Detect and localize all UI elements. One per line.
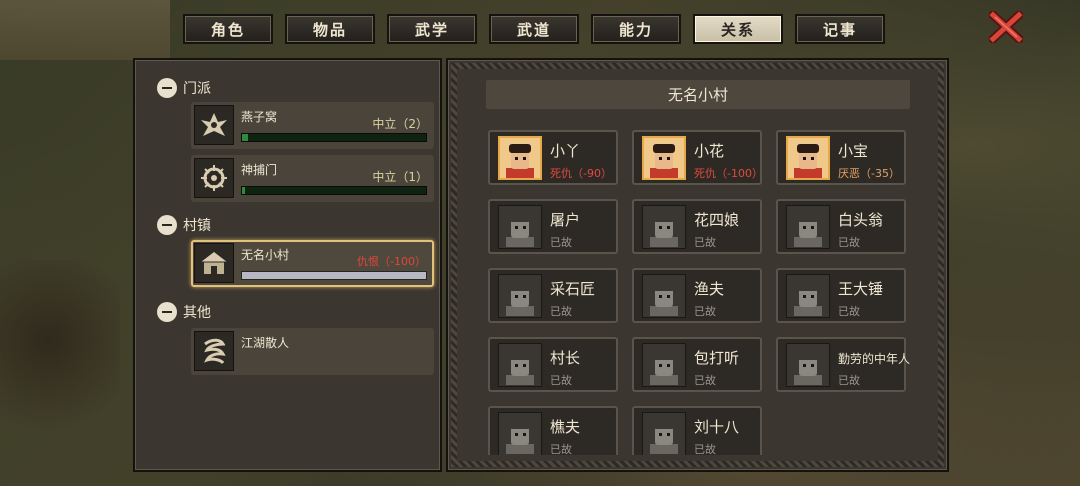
faction-list-panel: 门派 燕子窝 中立（2） 神捕门 中立（1） 村镇 无名小村 仇恨（-100） … xyxy=(133,58,442,472)
wanderer-scroll-icon xyxy=(194,331,234,371)
collapse-icon[interactable] xyxy=(157,302,177,322)
npc-name: 村长 xyxy=(550,349,581,367)
npc-status: 已故 xyxy=(694,443,716,455)
village-title: 无名小村 xyxy=(486,80,910,109)
npc-grid: 小丫 死仇（-90） 小花 死仇（-100） 小宝 厌恶（-35） 屠户 已故 花四娘 已故 白头翁… xyxy=(488,130,910,455)
reputation-bar-fill xyxy=(242,134,248,141)
npc-name: 小宝 xyxy=(838,142,869,160)
npc-card[interactable]: 小花死仇（-100） xyxy=(632,130,763,185)
tab-abilities[interactable]: 能力 xyxy=(591,14,681,44)
section-label: 其他 xyxy=(183,305,211,321)
npc-status: 死仇（-90） xyxy=(550,167,612,180)
npc-portrait-icon xyxy=(498,205,542,249)
tab-martial-arts[interactable]: 武学 xyxy=(387,14,477,44)
faction-status: 中立（2） xyxy=(372,117,428,131)
npc-portrait-icon xyxy=(642,343,686,387)
faction-status: 中立（1） xyxy=(372,170,428,184)
npc-name: 渔夫 xyxy=(694,280,725,298)
section-label: 村镇 xyxy=(183,218,211,234)
section-village[interactable]: 村镇 xyxy=(157,214,211,236)
npc-card[interactable]: 樵夫 已故 xyxy=(488,406,618,455)
npc-name: 采石匠 xyxy=(550,280,596,298)
npc-name: 王大锤 xyxy=(838,280,884,298)
npc-status: 已故 xyxy=(838,374,860,387)
faction-status: 仇恨（-100） xyxy=(357,255,426,268)
npc-card[interactable]: 小宝厌恶（-35） xyxy=(776,130,906,185)
npc-card[interactable]: 村长 已故 xyxy=(488,337,618,392)
npc-status: 已故 xyxy=(694,374,716,387)
faction-row[interactable]: 江湖散人 xyxy=(191,328,434,375)
npc-portrait-icon xyxy=(642,136,686,180)
npc-card[interactable]: 勤劳的中年人 已故 xyxy=(776,337,910,392)
faction-name: 神捕门 xyxy=(241,163,278,177)
reputation-bar xyxy=(241,186,427,195)
village-relations-panel: 无名小村 小丫 死仇（-90） 小花 死仇（-100） 小宝 厌恶（-35） 屠户 已故 花四娘… xyxy=(446,58,949,472)
npc-card[interactable]: 包打听 已故 xyxy=(632,337,762,392)
npc-portrait-icon xyxy=(642,274,686,318)
faction-row[interactable]: 神捕门 中立（1） xyxy=(191,155,434,202)
npc-portrait-icon xyxy=(642,205,686,249)
tab-martial-way[interactable]: 武道 xyxy=(489,14,579,44)
swallow-crest-icon xyxy=(194,105,234,145)
npc-name: 屠户 xyxy=(550,211,581,229)
collapse-icon[interactable] xyxy=(157,78,177,98)
npc-card[interactable]: 屠户 已故 xyxy=(488,199,618,254)
npc-portrait-icon xyxy=(642,412,686,455)
npc-portrait-icon xyxy=(786,274,830,318)
npc-portrait-icon xyxy=(498,136,542,180)
reputation-bar xyxy=(241,133,427,142)
tab-character[interactable]: 角色 xyxy=(183,14,273,44)
npc-portrait-icon xyxy=(498,274,542,318)
npc-status: 已故 xyxy=(550,443,572,455)
npc-card[interactable]: 花四娘 已故 xyxy=(632,199,762,254)
npc-status: 已故 xyxy=(838,236,860,249)
npc-card[interactable]: 刘十八 已故 xyxy=(632,406,762,455)
npc-card[interactable]: 王大锤 已故 xyxy=(776,268,906,323)
npc-portrait-icon xyxy=(786,205,830,249)
faction-name: 燕子窝 xyxy=(241,110,278,124)
npc-portrait-icon xyxy=(498,343,542,387)
constable-crest-icon xyxy=(194,158,234,198)
faction-name: 无名小村 xyxy=(241,248,290,262)
faction-row-selected[interactable]: 无名小村 仇恨（-100） xyxy=(191,240,434,287)
collapse-icon[interactable] xyxy=(157,215,177,235)
close-icon xyxy=(989,11,1023,43)
close-button[interactable] xyxy=(988,10,1024,44)
tab-items[interactable]: 物品 xyxy=(285,14,375,44)
npc-card[interactable]: 渔夫 已故 xyxy=(632,268,762,323)
npc-name: 小丫 xyxy=(550,142,581,160)
npc-name: 刘十八 xyxy=(694,418,740,436)
section-other[interactable]: 其他 xyxy=(157,301,211,323)
npc-name: 白头翁 xyxy=(838,211,884,229)
faction-row[interactable]: 燕子窝 中立（2） xyxy=(191,102,434,149)
reputation-bar-fill xyxy=(242,187,245,194)
npc-status: 已故 xyxy=(550,236,572,249)
npc-status: 死仇（-100） xyxy=(694,167,763,180)
npc-card[interactable]: 小丫死仇（-90） xyxy=(488,130,618,185)
npc-name: 勤劳的中年人 xyxy=(838,352,910,366)
faction-name: 江湖散人 xyxy=(241,336,290,350)
tab-relations[interactable]: 关系 xyxy=(693,14,783,44)
section-sect[interactable]: 门派 xyxy=(157,77,211,99)
section-label: 门派 xyxy=(183,81,211,97)
npc-name: 樵夫 xyxy=(550,418,581,436)
npc-portrait-icon xyxy=(786,136,830,180)
tab-journal[interactable]: 记事 xyxy=(795,14,885,44)
npc-status: 厌恶（-35） xyxy=(838,167,900,180)
npc-status: 已故 xyxy=(550,305,572,318)
npc-portrait-icon xyxy=(786,343,830,387)
npc-name: 花四娘 xyxy=(694,211,740,229)
npc-status: 已故 xyxy=(550,374,572,387)
npc-card[interactable]: 采石匠 已故 xyxy=(488,268,618,323)
npc-name: 包打听 xyxy=(694,349,740,367)
npc-card[interactable]: 白头翁 已故 xyxy=(776,199,906,254)
npc-status: 已故 xyxy=(838,305,860,318)
reputation-bar xyxy=(241,271,427,280)
village-hut-icon xyxy=(194,243,234,283)
npc-name: 小花 xyxy=(694,142,725,160)
npc-portrait-icon xyxy=(498,412,542,455)
npc-status: 已故 xyxy=(694,305,716,318)
npc-status: 已故 xyxy=(694,236,716,249)
